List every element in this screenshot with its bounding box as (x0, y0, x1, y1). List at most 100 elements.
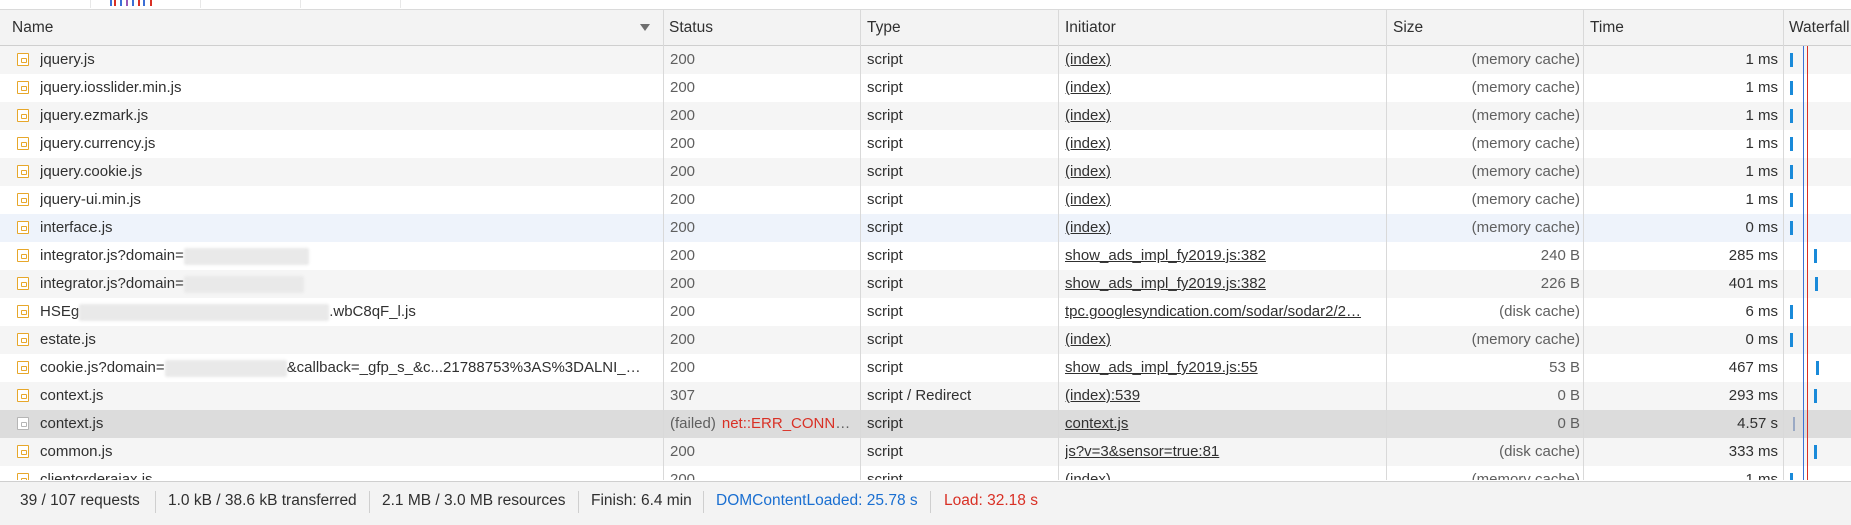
request-initiator-link[interactable]: (index) (1065, 102, 1385, 130)
table-row[interactable]: common.js 200 script js?v=3&sensor=true:81 (… (0, 438, 1851, 466)
request-initiator-link[interactable]: js?v=3&sensor=true:81 (1065, 438, 1385, 466)
request-name[interactable]: clientorderajax.js (40, 466, 660, 480)
column-header-time[interactable]: Time (1582, 10, 1782, 45)
table-row[interactable]: jquery.currency.js 200 script (index) (memor… (0, 130, 1851, 158)
request-status: 200 (670, 214, 860, 242)
table-row[interactable]: HSEg .wbC8qF_l.js 200 script tpc.googlesyndi… (0, 298, 1851, 326)
request-name[interactable]: estate.js (40, 326, 660, 354)
overview-timeline-strip[interactable] (0, 0, 1851, 10)
request-name[interactable]: integrator.js?domain= (40, 242, 660, 270)
request-name[interactable]: jquery.cookie.js (40, 158, 660, 186)
request-initiator-link[interactable]: (index) (1065, 214, 1385, 242)
request-name[interactable]: cookie.js?domain= &callback=_gfp_s_&c...2… (40, 354, 660, 382)
request-time: 1 ms (1745, 135, 1778, 152)
request-initiator-link[interactable]: (index) (1065, 46, 1385, 74)
request-name[interactable]: jquery.ezmark.js (40, 102, 660, 130)
request-name[interactable]: jquery.js (40, 46, 660, 74)
request-name-text: HSEg (40, 303, 80, 320)
overview-grid-line (400, 0, 401, 8)
column-divider[interactable] (1058, 10, 1059, 480)
table-row[interactable]: jquery.js 200 script (index) (memory cache) 1… (0, 46, 1851, 74)
request-time: 1 ms (1745, 163, 1778, 180)
column-divider[interactable] (1583, 10, 1584, 480)
request-initiator-link[interactable]: tpc.googlesyndication.com/sodar/sodar2/2… (1065, 298, 1385, 326)
script-file-icon (17, 333, 29, 346)
script-file-icon (17, 109, 29, 122)
request-initiator-link[interactable]: show_ads_impl_fy2019.js:382 (1065, 270, 1385, 298)
request-name[interactable]: context.js (40, 410, 660, 438)
table-row[interactable]: integrator.js?domain= 200 script show_ads_i… (0, 270, 1851, 298)
table-row[interactable]: integrator.js?domain= 200 script show_ads_i… (0, 242, 1851, 270)
request-status-code: 200 (670, 247, 696, 264)
request-initiator-link[interactable]: (index) (1065, 326, 1385, 354)
table-row[interactable]: context.js 307 script / Redirect (index):53… (0, 382, 1851, 410)
request-initiator-link[interactable]: context.js (1065, 410, 1385, 438)
table-row[interactable]: jquery.cookie.js 200 script (index) (memory … (0, 158, 1851, 186)
request-initiator-link[interactable]: (index) (1065, 466, 1385, 480)
column-header-type[interactable]: Type (859, 10, 1057, 45)
column-header-status[interactable]: Status (661, 10, 859, 45)
table-row[interactable]: estate.js 200 script (index) (memory cache) 0… (0, 326, 1851, 354)
request-name-text: clientorderajax.js (40, 471, 153, 480)
script-file-icon (17, 445, 29, 458)
column-header-status-label: Status (669, 19, 713, 36)
request-type: script (867, 275, 903, 292)
table-row[interactable]: jquery.ezmark.js 200 script (index) (memory … (0, 102, 1851, 130)
table-row[interactable]: context.js (failed) net::ERR_CONNE… script c… (0, 410, 1851, 438)
request-size: (memory cache) (1471, 163, 1580, 180)
request-name[interactable]: jquery.currency.js (40, 130, 660, 158)
request-initiator-link[interactable]: (index) (1065, 130, 1385, 158)
request-status-code: 200 (670, 163, 696, 180)
request-initiator-link[interactable]: (index) (1065, 158, 1385, 186)
overview-mark (114, 0, 116, 6)
request-status-code: 200 (670, 219, 696, 236)
request-name[interactable]: integrator.js?domain= (40, 270, 660, 298)
request-initiator-link[interactable]: (index):539 (1065, 382, 1385, 410)
column-divider[interactable] (1386, 10, 1387, 480)
table-row[interactable]: interface.js 200 script (index) (memory cach… (0, 214, 1851, 242)
request-initiator-link[interactable]: show_ads_impl_fy2019.js:55 (1065, 354, 1385, 382)
redacted-text (183, 275, 304, 293)
request-initiator-link[interactable]: (index) (1065, 74, 1385, 102)
request-status: 200 (670, 298, 860, 326)
script-file-icon (17, 305, 29, 318)
table-row[interactable]: clientorderajax.js 200 script (index) (memor… (0, 466, 1851, 480)
request-name-suffix: .wbC8qF_l.js (329, 303, 416, 320)
request-time: 293 ms (1728, 387, 1778, 404)
request-name[interactable]: context.js (40, 382, 660, 410)
redacted-text (183, 247, 309, 265)
overview-mark (138, 0, 140, 6)
table-row[interactable]: cookie.js?domain= &callback=_gfp_s_&c...2… (0, 354, 1851, 382)
request-time: 4.57 s (1737, 415, 1778, 432)
load-time: Load: 32.18 s (944, 492, 1038, 509)
request-initiator-link[interactable]: (index) (1065, 186, 1385, 214)
request-time: 1 ms (1745, 79, 1778, 96)
waterfall-bar (1815, 277, 1818, 291)
column-divider[interactable] (1783, 10, 1784, 480)
request-name[interactable]: HSEg .wbC8qF_l.js (40, 298, 660, 326)
requests-count: 39 / 107 requests (20, 492, 140, 509)
request-type: script (867, 303, 903, 320)
column-header-size[interactable]: Size (1385, 10, 1583, 45)
table-row[interactable]: jquery-ui.min.js 200 script (index) (memory … (0, 186, 1851, 214)
request-name[interactable]: common.js (40, 438, 660, 466)
request-time: 401 ms (1728, 275, 1778, 292)
column-divider[interactable] (860, 10, 861, 480)
column-header-initiator[interactable]: Initiator (1057, 10, 1386, 45)
request-name[interactable]: interface.js (40, 214, 660, 242)
script-file-icon (17, 249, 29, 262)
sort-descending-icon[interactable] (640, 24, 650, 31)
request-name[interactable]: jquery-ui.min.js (40, 186, 660, 214)
waterfall-bar (1790, 221, 1793, 235)
request-name-text: jquery-ui.min.js (40, 191, 141, 208)
column-divider[interactable] (663, 10, 664, 480)
request-initiator-link[interactable]: show_ads_impl_fy2019.js:382 (1065, 242, 1385, 270)
request-type: script (867, 471, 903, 480)
request-name[interactable]: jquery.iosslider.min.js (40, 74, 660, 102)
table-row[interactable]: jquery.iosslider.min.js 200 script (index) (… (0, 74, 1851, 102)
request-status-code: 200 (670, 443, 696, 460)
request-type: script (867, 191, 903, 208)
column-header-name[interactable]: Name (4, 10, 664, 45)
request-status: 307 (670, 382, 860, 410)
column-header-waterfall[interactable]: Waterfall (1781, 10, 1851, 45)
